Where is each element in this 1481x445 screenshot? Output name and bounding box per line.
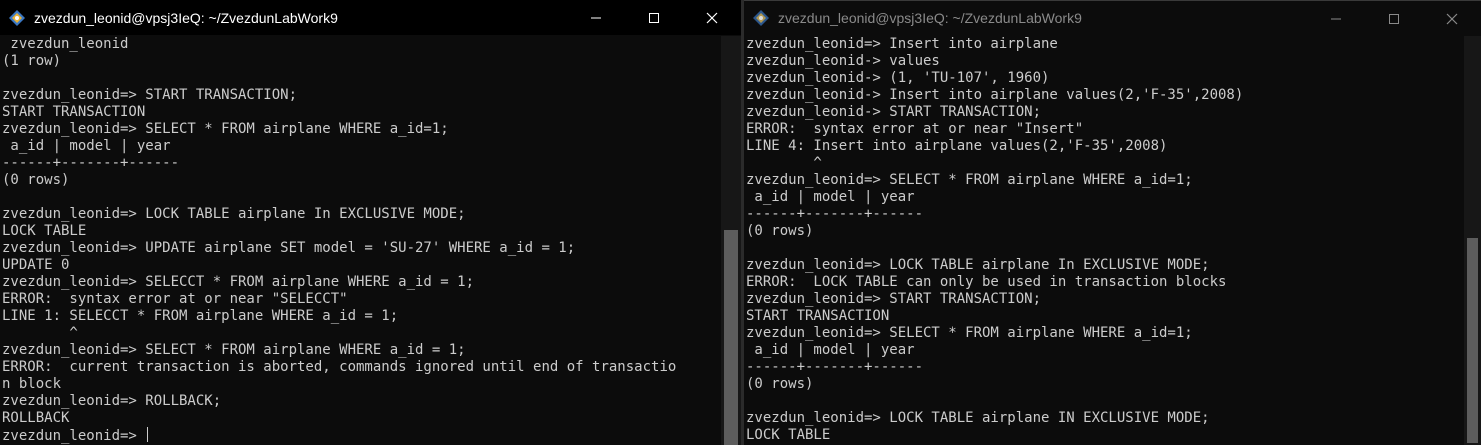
terminal-line: (0 rows): [746, 223, 814, 239]
minimize-button[interactable]: [567, 0, 625, 35]
terminal-line: LOCK TABLE: [746, 427, 831, 443]
close-icon: [1446, 13, 1458, 24]
terminal-line: LINE 1: SELECCT * FROM airplane WHERE a_…: [2, 308, 399, 324]
terminal-line: (0 rows): [2, 172, 70, 188]
terminal-line: ERROR: syntax error at or near "SELECCT": [2, 291, 348, 307]
minimize-button[interactable]: [1307, 1, 1365, 36]
terminal-line: ------+-------+------: [2, 155, 180, 171]
minimize-icon: [591, 17, 601, 18]
terminal-line: zvezdun_leonid=> Insert into airplane: [746, 36, 1058, 52]
terminal-line: (0 rows): [746, 376, 814, 392]
terminal-line: zvezdun_leonid-> values: [746, 53, 940, 69]
terminal-line: ROLLBACK: [2, 410, 70, 426]
terminal-output[interactable]: zvezdun_leonid=> Insert into airplane zve…: [744, 36, 1463, 445]
scrollbar[interactable]: [721, 36, 741, 445]
terminal-line: a_id | model | year: [746, 189, 915, 205]
scrollbar-thumb[interactable]: [1467, 238, 1478, 443]
terminal-line: zvezdun_leonid=> START TRANSACTION;: [746, 291, 1042, 307]
terminal-line: zvezdun_leonid=> START TRANSACTION;: [2, 87, 298, 103]
maximize-button[interactable]: [1365, 1, 1423, 36]
window-title: zvezdun_leonid@vpsj3IeQ: ~/ZvezdunLabWor…: [778, 10, 1082, 26]
maximize-icon: [649, 12, 659, 23]
scrollbar[interactable]: [1464, 36, 1481, 445]
text-cursor: [147, 427, 149, 442]
terminal-line: zvezdun_leonid=> LOCK TABLE airplane In …: [2, 206, 466, 222]
terminal-line: ------+-------+------: [746, 206, 924, 222]
title-bar[interactable]: zvezdun_leonid@vpsj3IeQ: ~/ZvezdunLabWor…: [744, 0, 1481, 35]
terminal-line: n block: [2, 376, 62, 392]
title-bar[interactable]: zvezdun_leonid@vpsj3IeQ: ~/ZvezdunLabWor…: [0, 0, 741, 35]
terminal-line: ERROR: syntax error at or near "Insert": [746, 121, 1084, 137]
window-title: zvezdun_leonid@vpsj3IeQ: ~/ZvezdunLabWor…: [34, 9, 338, 26]
terminal-line: zvezdun_leonid=> LOCK TABLE airplane IN …: [746, 410, 1210, 426]
close-button[interactable]: [683, 0, 741, 35]
terminal-line: zvezdun_leonid=> SELECT * FROM airplane …: [2, 342, 466, 358]
terminal-line: a_id | model | year: [746, 342, 915, 358]
terminal-line: UPDATE 0: [2, 257, 70, 273]
terminal-line: (1 row): [2, 53, 62, 69]
terminal-line: zvezdun_leonid=> UPDATE airplane SET mod…: [2, 240, 576, 256]
terminal-line: LINE 4: Insert into airplane values(2,'F…: [746, 138, 1168, 154]
terminal-line: ERROR: LOCK TABLE can only be used in tr…: [746, 274, 1227, 290]
tux-kali-icon: [8, 9, 26, 27]
terminal-window-left[interactable]: zvezdun_leonid@vpsj3IeQ: ~/ZvezdunLabWor…: [0, 0, 741, 445]
terminal-line: zvezdun_leonid-> (1, 'TU-107', 1960): [746, 70, 1050, 86]
terminal-line: ^: [2, 325, 78, 341]
terminal-line: zvezdun_leonid=> SELECT * FROM airplane …: [746, 172, 1193, 188]
terminal-line: zvezdun_leonid=> LOCK TABLE airplane In …: [746, 257, 1210, 273]
terminal-line: zvezdun_leonid: [2, 36, 129, 52]
terminal-line: LOCK TABLE: [2, 223, 87, 239]
terminal-line: START TRANSACTION: [2, 104, 146, 120]
terminal-line: a_id | model | year: [2, 138, 171, 154]
terminal-window-right[interactable]: zvezdun_leonid@vpsj3IeQ: ~/ZvezdunLabWor…: [744, 0, 1481, 445]
terminal-line: ^: [746, 155, 822, 171]
maximize-icon: [1389, 13, 1399, 24]
scrollbar-thumb[interactable]: [724, 230, 738, 445]
minimize-icon: [1331, 18, 1341, 19]
maximize-button[interactable]: [625, 0, 683, 35]
close-button[interactable]: [1423, 1, 1481, 36]
terminal-output[interactable]: zvezdun_leonid (1 row) zvezdun_leonid=> ST…: [0, 36, 721, 445]
command-prompt[interactable]: zvezdun_leonid=>: [2, 427, 721, 444]
terminal-line: zvezdun_leonid=> SELECT * FROM airplane …: [746, 325, 1193, 341]
close-icon: [706, 12, 718, 23]
terminal-line: ERROR: current transaction is aborted, c…: [2, 359, 677, 375]
terminal-line: START TRANSACTION: [746, 308, 890, 324]
terminal-line: zvezdun_leonid-> START TRANSACTION;: [746, 104, 1042, 120]
prompt-text: zvezdun_leonid=>: [2, 428, 146, 444]
tux-kali-icon: [752, 9, 770, 27]
terminal-line: zvezdun_leonid-> Insert into airplane va…: [746, 87, 1244, 103]
terminal-line: ------+-------+------: [746, 359, 924, 375]
terminal-line: zvezdun_leonid=> ROLLBACK;: [2, 393, 222, 409]
terminal-line: zvezdun_leonid=> SELECCT * FROM airplane…: [2, 274, 475, 290]
terminal-line: zvezdun_leonid=> SELECT * FROM airplane …: [2, 121, 449, 137]
